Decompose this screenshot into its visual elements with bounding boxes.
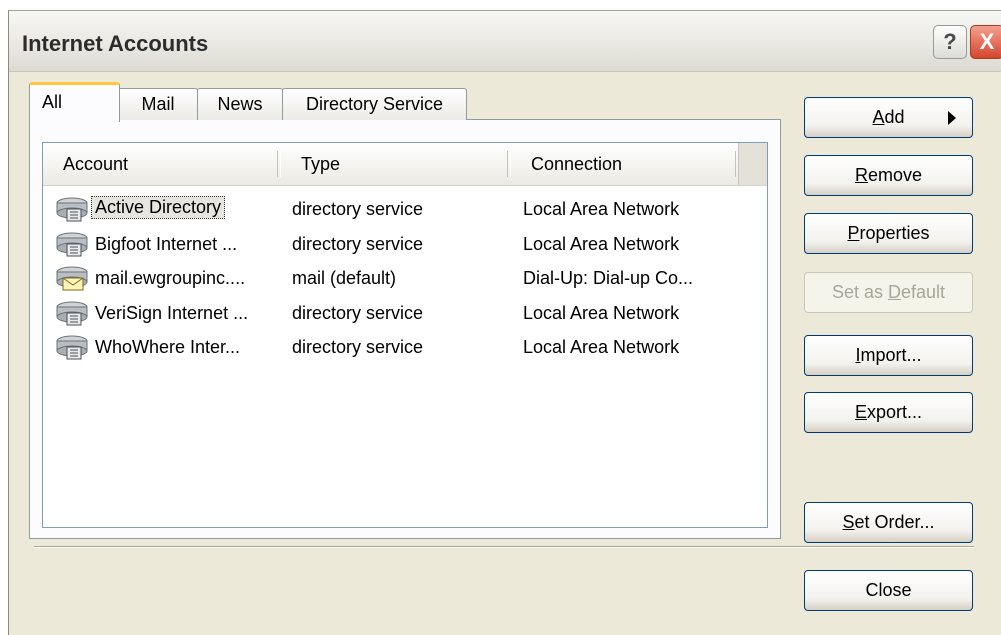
window-title: Internet Accounts: [22, 31, 209, 56]
account-type: directory service: [292, 337, 424, 357]
import-label: Import...: [855, 345, 922, 365]
directory-service-icon: [55, 335, 89, 361]
set-order-button[interactable]: Set Order...: [804, 502, 973, 543]
list-item[interactable]: mail.ewgroupinc.... mail (default) Dial-Up…: [43, 262, 767, 296]
column-header-connection[interactable]: Connection: [511, 143, 739, 185]
add-button[interactable]: Add: [804, 97, 973, 138]
directory-service-icon: [55, 197, 89, 223]
properties-label: Properties: [847, 223, 930, 243]
add-label: Add: [872, 107, 905, 127]
list-item[interactable]: WhoWhere Inter... directory service Local …: [43, 331, 767, 365]
close-icon: X: [979, 29, 995, 54]
account-name: VeriSign Internet ...: [95, 302, 249, 323]
close-button[interactable]: Close: [804, 570, 973, 611]
accounts-list[interactable]: Account Type Connection Active Directory…: [42, 142, 768, 528]
list-header: Account Type Connection: [43, 143, 767, 186]
tab-news[interactable]: News: [197, 88, 283, 120]
account-type: directory service: [292, 199, 424, 219]
set-order-label: Set Order...: [842, 512, 935, 532]
account-connection: Local Area Network: [523, 302, 680, 323]
column-header-account[interactable]: Account: [43, 143, 281, 185]
account-type: directory service: [292, 302, 424, 323]
help-button[interactable]: ?: [933, 25, 967, 59]
directory-service-icon: [55, 301, 89, 327]
account-name: WhoWhere Inter...: [95, 337, 241, 357]
title-bar[interactable]: Internet Accounts ? X: [9, 11, 1001, 72]
directory-service-icon: [55, 232, 89, 258]
account-type: mail (default): [292, 268, 397, 288]
tab-mail[interactable]: Mail: [118, 88, 198, 120]
close-label: Close: [865, 580, 912, 600]
account-connection: Dial-Up: Dial-up Co...: [523, 268, 694, 288]
submenu-arrow-icon: [948, 111, 956, 125]
set-as-default-label: Set as Default: [831, 282, 946, 302]
set-as-default-button[interactable]: Set as Default: [804, 272, 973, 313]
export-button[interactable]: Export...: [804, 392, 973, 433]
properties-button[interactable]: Properties: [804, 213, 973, 254]
header-filler: [738, 143, 767, 185]
export-label: Export...: [854, 402, 923, 422]
list-item[interactable]: Active Directory directory service Local A…: [43, 193, 767, 227]
account-name: Bigfoot Internet ...: [95, 233, 238, 254]
remove-label: Remove: [854, 165, 923, 185]
mail-account-icon: [55, 266, 89, 292]
account-name: Active Directory: [91, 196, 226, 219]
column-header-type[interactable]: Type: [281, 143, 511, 185]
account-connection: Local Area Network: [523, 199, 680, 219]
account-type: directory service: [292, 233, 424, 254]
account-connection: Local Area Network: [523, 337, 680, 357]
import-button[interactable]: Import...: [804, 335, 973, 376]
tab-all[interactable]: All: [29, 82, 120, 122]
close-window-button[interactable]: X: [970, 25, 1001, 59]
separator: [34, 546, 974, 548]
list-item[interactable]: Bigfoot Internet ... directory service Loc…: [43, 228, 767, 262]
remove-button[interactable]: Remove: [804, 155, 973, 196]
list-item[interactable]: VeriSign Internet ... directory service Lo…: [43, 297, 767, 331]
account-name: mail.ewgroupinc....: [95, 268, 246, 288]
help-icon: ?: [943, 29, 957, 54]
tab-directory-service[interactable]: Directory Service: [282, 88, 467, 120]
account-connection: Local Area Network: [523, 233, 680, 254]
